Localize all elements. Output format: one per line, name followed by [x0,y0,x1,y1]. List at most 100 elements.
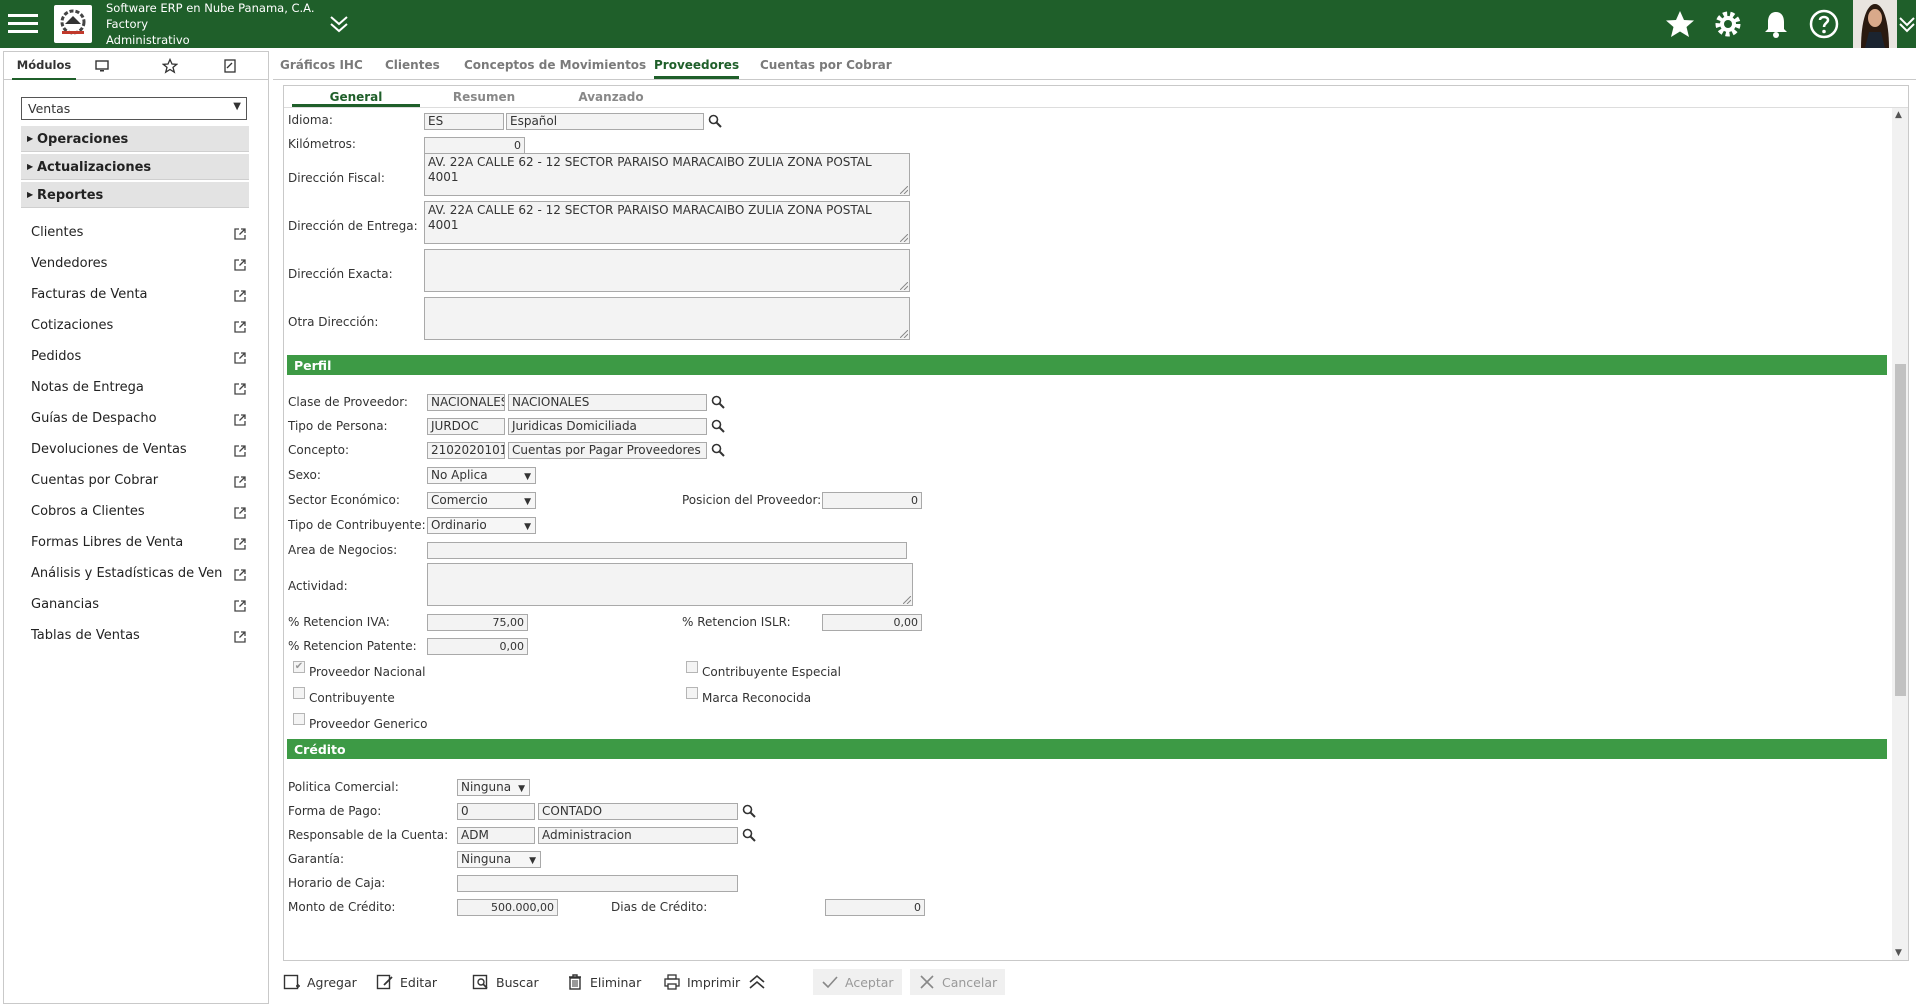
dias-input[interactable]: 0 [825,899,925,916]
module-item[interactable]: Formas Libres de Venta [31,535,251,555]
search-icon[interactable] [711,395,725,409]
cancel-button[interactable]: Cancelar [910,969,1006,995]
area-input[interactable] [427,542,907,559]
contrib-especial-checkbox[interactable] [686,661,698,673]
resize-grip-icon[interactable] [900,282,908,290]
sector-select[interactable]: Comercio ▼ [427,492,536,509]
dir-fiscal-textarea[interactable]: AV. 22A CALLE 62 - 12 SECTOR PARAISO MAR… [424,153,910,196]
prov-nacional-checkbox[interactable]: ✔ [293,661,305,673]
external-link-icon[interactable] [233,568,247,582]
module-item[interactable]: Análisis y Estadísticas de Ven [31,566,251,586]
module-item[interactable]: Cobros a Clientes [31,504,251,524]
search-icon[interactable] [708,114,722,128]
tab-clientes[interactable]: Clientes [385,51,440,79]
module-item[interactable]: Vendedores [31,256,251,276]
ret-islr-input[interactable]: 0,00 [822,614,922,631]
tab-favorites[interactable] [154,52,186,80]
accept-button[interactable]: Aceptar [813,969,902,995]
subtab-general[interactable]: General [292,86,420,107]
search-icon[interactable] [742,804,756,818]
concepto-name-input[interactable]: Cuentas por Pagar Proveedores [508,442,707,459]
external-link-icon[interactable] [233,413,247,427]
external-link-icon[interactable] [233,227,247,241]
ret-iva-input[interactable]: 75,00 [427,614,528,631]
external-link-icon[interactable] [233,537,247,551]
add-button[interactable]: Agregar [283,969,357,995]
vertical-scrollbar[interactable]: ▲ ▼ [1892,108,1908,960]
gear-icon[interactable] [1712,8,1744,40]
user-avatar[interactable] [1853,0,1897,48]
double-chevron-down-icon[interactable] [328,14,350,34]
tab-conceptos-movimientos[interactable]: Conceptos de Movimientos [464,51,646,79]
module-item[interactable]: Cotizaciones [31,318,251,338]
delete-button[interactable]: Eliminar [566,969,641,995]
forma-pago-name-input[interactable]: CONTADO [538,803,738,820]
module-item[interactable]: Pedidos [31,349,251,369]
tab-notes[interactable] [214,52,246,80]
section-operaciones[interactable]: ▶ Operaciones [21,126,249,152]
external-link-icon[interactable] [233,320,247,334]
external-link-icon[interactable] [233,444,247,458]
tab-modulos[interactable]: Módulos [12,52,76,80]
module-item[interactable]: Facturas de Venta [31,287,251,307]
external-link-icon[interactable] [233,599,247,613]
subtab-avanzado[interactable]: Avanzado [552,86,670,107]
section-reportes[interactable]: ▶ Reportes [21,182,249,208]
horario-input[interactable] [457,875,738,892]
star-icon[interactable] [1664,8,1696,40]
external-link-icon[interactable] [233,289,247,303]
print-button[interactable]: Imprimir [663,969,740,995]
scroll-up-icon[interactable]: ▲ [1895,110,1902,120]
tipo-persona-name-input[interactable]: Juridicas Domiciliada [508,418,707,435]
contribuyente-checkbox[interactable] [293,687,305,699]
concepto-code-input[interactable]: 21020201010 [427,442,505,459]
module-item[interactable]: Notas de Entrega [31,380,251,400]
monto-input[interactable]: 500.000,00 [457,899,558,916]
resize-grip-icon[interactable] [903,596,911,604]
prov-generico-checkbox[interactable] [293,713,305,725]
ret-patente-input[interactable]: 0,00 [427,638,528,655]
bell-icon[interactable] [1760,8,1792,40]
external-link-icon[interactable] [233,630,247,644]
edit-button[interactable]: Editar [376,969,437,995]
tipo-contrib-select[interactable]: Ordinario ▼ [427,517,536,534]
collapse-button[interactable] [748,969,772,995]
posicion-input[interactable]: 0 [822,492,922,509]
resize-grip-icon[interactable] [900,330,908,338]
actividad-textarea[interactable] [427,563,913,606]
garantia-select[interactable]: Ninguna ▼ [457,851,541,868]
resize-grip-icon[interactable] [900,234,908,242]
chevron-down-icon[interactable] [1898,14,1916,34]
sexo-select[interactable]: No Aplica ▼ [427,467,536,484]
help-icon[interactable] [1808,8,1840,40]
hamburger-menu-icon[interactable] [7,10,39,38]
marca-checkbox[interactable] [686,687,698,699]
forma-pago-code-input[interactable]: 0 [457,803,535,820]
resize-grip-icon[interactable] [900,186,908,194]
idioma-name-input[interactable]: Español [506,113,704,130]
otra-dir-textarea[interactable] [424,297,910,340]
section-actualizaciones[interactable]: ▶ Actualizaciones [21,154,249,180]
clase-code-input[interactable]: NACIONALES [427,394,505,411]
module-item[interactable]: Clientes [31,225,251,245]
search-icon[interactable] [711,443,725,457]
external-link-icon[interactable] [233,506,247,520]
module-select[interactable]: Ventas ▼ [21,97,247,120]
dir-entrega-textarea[interactable]: AV. 22A CALLE 62 - 12 SECTOR PARAISO MAR… [424,201,910,244]
scrollbar-thumb[interactable] [1895,364,1906,696]
module-item[interactable]: Guías de Despacho [31,411,251,431]
responsable-code-input[interactable]: ADM [457,827,535,844]
clase-name-input[interactable]: NACIONALES [508,394,707,411]
tab-desktop[interactable] [94,52,110,80]
external-link-icon[interactable] [233,382,247,396]
search-button[interactable]: Buscar [472,969,539,995]
module-item[interactable]: Cuentas por Cobrar [31,473,251,493]
dir-exacta-textarea[interactable] [424,249,910,292]
tab-cuentas-cobrar[interactable]: Cuentas por Cobrar [760,51,892,79]
module-item[interactable]: Devoluciones de Ventas [31,442,251,462]
module-item[interactable]: Tablas de Ventas [31,628,251,648]
search-icon[interactable] [742,828,756,842]
search-icon[interactable] [711,419,725,433]
tab-proveedores[interactable]: Proveedores [654,51,740,79]
idioma-code-input[interactable]: ES [424,113,504,130]
